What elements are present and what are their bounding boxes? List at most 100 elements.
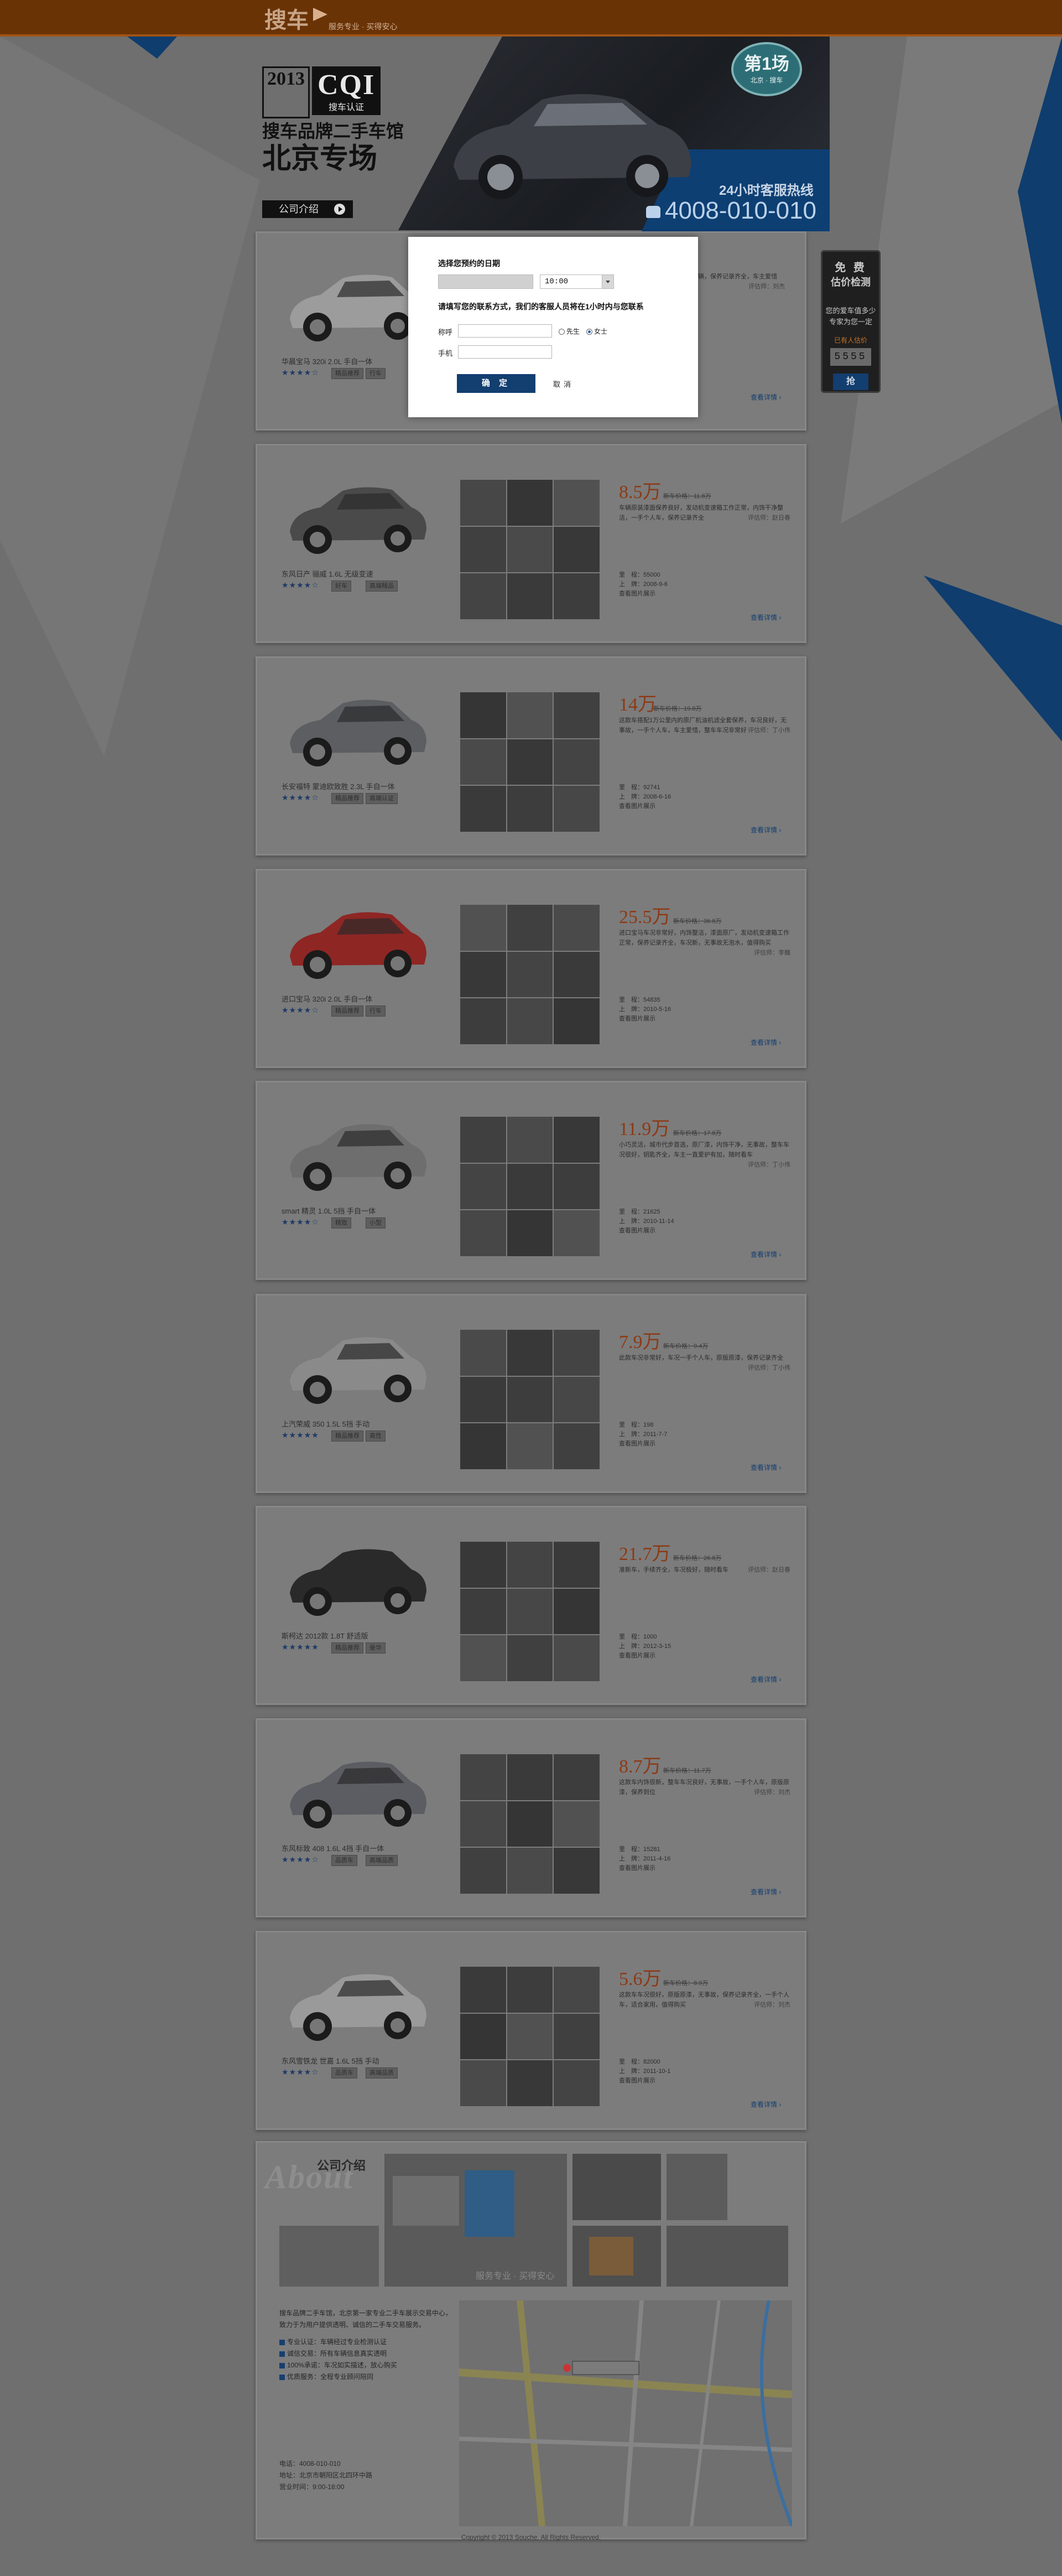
car-thumbnail[interactable] xyxy=(554,573,600,619)
car-thumbnail[interactable] xyxy=(507,526,553,573)
car-photo[interactable] xyxy=(282,1530,431,1624)
view-details-link[interactable]: 查看详情 › xyxy=(751,825,781,835)
car-thumbnail[interactable] xyxy=(507,1848,553,1894)
car-thumbnail[interactable] xyxy=(554,1848,600,1894)
car-thumbnail[interactable] xyxy=(460,998,506,1044)
car-thumbnail[interactable] xyxy=(507,573,553,619)
date-input[interactable] xyxy=(438,274,533,289)
car-thumbnail[interactable] xyxy=(554,951,600,998)
car-thumbnail[interactable] xyxy=(554,786,600,832)
car-thumbnail[interactable] xyxy=(554,905,600,951)
car-thumbnail[interactable] xyxy=(554,1163,600,1210)
car-photo[interactable] xyxy=(282,1955,431,2049)
car-name[interactable]: smart 精灵 1.0L 5挡 手自一体 xyxy=(282,1205,420,1216)
car-thumbnail[interactable] xyxy=(460,1210,506,1256)
phone-input[interactable] xyxy=(458,345,552,359)
car-thumbnail[interactable] xyxy=(554,1754,600,1800)
car-thumbnail[interactable] xyxy=(507,2060,553,2106)
car-thumbnail[interactable] xyxy=(554,1967,600,2013)
car-thumbnail[interactable] xyxy=(554,739,600,785)
car-card[interactable]: 东风日产 骊威 1.6L 无级变速 ★★★★☆ 好车 高端精品 8.5万 新车价… xyxy=(256,444,806,643)
car-name[interactable]: 东风日产 骊威 1.6L 无级变速 xyxy=(282,568,420,579)
car-thumbnail[interactable] xyxy=(507,692,553,738)
car-name[interactable]: 东风雪铁龙 世嘉 1.6L 5挡 手动 xyxy=(282,2055,420,2066)
car-photo[interactable] xyxy=(282,680,431,774)
car-thumbnail[interactable] xyxy=(460,1635,506,1681)
car-card[interactable]: 上汽荣威 350 1.5L 5挡 手动 ★★★★★ 精品推荐 高性 7.9万 新… xyxy=(256,1294,806,1493)
car-name[interactable]: 进口宝马 320i 2.0L 手自一体 xyxy=(282,993,420,1004)
car-thumbnail[interactable] xyxy=(507,1376,553,1423)
car-thumbnail[interactable] xyxy=(554,1423,600,1469)
car-thumbnail[interactable] xyxy=(554,2013,600,2060)
name-input[interactable] xyxy=(458,324,552,338)
view-details-link[interactable]: 查看详情 › xyxy=(751,2100,781,2109)
car-thumbnail[interactable] xyxy=(507,951,553,998)
car-card[interactable]: 斯柯达 2012款 1.8T 舒适版 ★★★★★ 精品推荐 豪华 21.7万 新… xyxy=(256,1506,806,1705)
car-thumbnail[interactable] xyxy=(460,905,506,951)
car-card[interactable]: 东风雪铁龙 世嘉 1.6L 5挡 手动 ★★★★☆ 品质车 高端品质 5.6万 … xyxy=(256,1931,806,2130)
car-thumbnail[interactable] xyxy=(460,2013,506,2060)
car-card[interactable]: smart 精灵 1.0L 5挡 手自一体 ★★★★☆ 精致 小型 11.9万 … xyxy=(256,1081,806,1280)
radio-mr[interactable]: 先生 xyxy=(559,326,580,336)
car-thumbnail[interactable] xyxy=(507,1210,553,1256)
car-photo[interactable] xyxy=(282,468,431,562)
car-thumbnail[interactable] xyxy=(460,1801,506,1847)
car-thumbnail[interactable] xyxy=(460,786,506,832)
car-thumbnail[interactable] xyxy=(507,1542,553,1588)
car-thumbnail[interactable] xyxy=(460,739,506,785)
car-card[interactable]: 长安福特 蒙迪欧致胜 2.3L 手自一体 ★★★★☆ 精品推荐 高端认证 14万… xyxy=(256,656,806,856)
car-photo[interactable] xyxy=(282,893,431,987)
radio-ms[interactable]: 女士 xyxy=(586,326,607,336)
car-thumbnail[interactable] xyxy=(507,905,553,951)
car-thumbnail[interactable] xyxy=(460,1423,506,1469)
car-thumbnail[interactable] xyxy=(460,1848,506,1894)
car-thumbnail[interactable] xyxy=(554,480,600,526)
car-photo[interactable] xyxy=(282,1318,431,1412)
car-thumbnail[interactable] xyxy=(460,1754,506,1800)
car-thumbnail[interactable] xyxy=(554,1330,600,1376)
car-thumbnail[interactable] xyxy=(554,526,600,573)
car-thumbnail[interactable] xyxy=(507,1754,553,1800)
car-thumbnail[interactable] xyxy=(554,1542,600,1588)
view-details-link[interactable]: 查看详情 › xyxy=(751,1463,781,1472)
car-thumbnail[interactable] xyxy=(460,1588,506,1635)
car-thumbnail[interactable] xyxy=(554,1801,600,1847)
car-thumbnail[interactable] xyxy=(507,1801,553,1847)
car-thumbnail[interactable] xyxy=(460,573,506,619)
car-thumbnail[interactable] xyxy=(460,1542,506,1588)
view-details-link[interactable]: 查看详情 › xyxy=(751,1675,781,1684)
submit-button[interactable]: 确 定 xyxy=(457,374,535,393)
car-thumbnail[interactable] xyxy=(460,1163,506,1210)
car-name[interactable]: 斯柯达 2012款 1.8T 舒适版 xyxy=(282,1630,420,1641)
car-thumbnail[interactable] xyxy=(507,1635,553,1681)
car-thumbnail[interactable] xyxy=(460,526,506,573)
company-intro-button[interactable]: 公司介绍 xyxy=(262,200,353,218)
view-details-link[interactable]: 查看详情 › xyxy=(751,1887,781,1896)
view-details-link[interactable]: 查看详情 › xyxy=(751,392,781,402)
car-card[interactable]: 进口宝马 320i 2.0L 手自一体 ★★★★☆ 精品推荐 行车 25.5万 … xyxy=(256,869,806,1068)
view-details-link[interactable]: 查看详情 › xyxy=(751,1038,781,1047)
cancel-button[interactable]: 取消 xyxy=(553,379,574,389)
car-thumbnail[interactable] xyxy=(507,1967,553,2013)
car-card[interactable]: 东风标致 408 1.6L 4挡 手自一体 ★★★★☆ 品质车 高端品质 8.7… xyxy=(256,1718,806,1917)
car-thumbnail[interactable] xyxy=(554,692,600,738)
car-thumbnail[interactable] xyxy=(460,1330,506,1376)
car-name[interactable]: 上汽荣威 350 1.5L 5挡 手动 xyxy=(282,1418,420,1429)
car-thumbnail[interactable] xyxy=(507,739,553,785)
car-thumbnail[interactable] xyxy=(460,1967,506,2013)
car-thumbnail[interactable] xyxy=(507,1330,553,1376)
car-thumbnail[interactable] xyxy=(460,2060,506,2106)
site-logo[interactable]: 搜车 xyxy=(264,2,309,34)
view-details-link[interactable]: 查看详情 › xyxy=(751,613,781,622)
car-name[interactable]: 东风标致 408 1.6L 4挡 手自一体 xyxy=(282,1843,420,1853)
car-thumbnail[interactable] xyxy=(507,1588,553,1635)
car-photo[interactable] xyxy=(282,1742,431,1836)
car-thumbnail[interactable] xyxy=(554,1376,600,1423)
view-details-link[interactable]: 查看详情 › xyxy=(751,1250,781,1259)
car-thumbnail[interactable] xyxy=(554,998,600,1044)
car-thumbnail[interactable] xyxy=(460,692,506,738)
car-photo[interactable] xyxy=(282,1105,431,1199)
car-thumbnail[interactable] xyxy=(554,1588,600,1635)
car-thumbnail[interactable] xyxy=(460,1117,506,1163)
car-thumbnail[interactable] xyxy=(554,1117,600,1163)
